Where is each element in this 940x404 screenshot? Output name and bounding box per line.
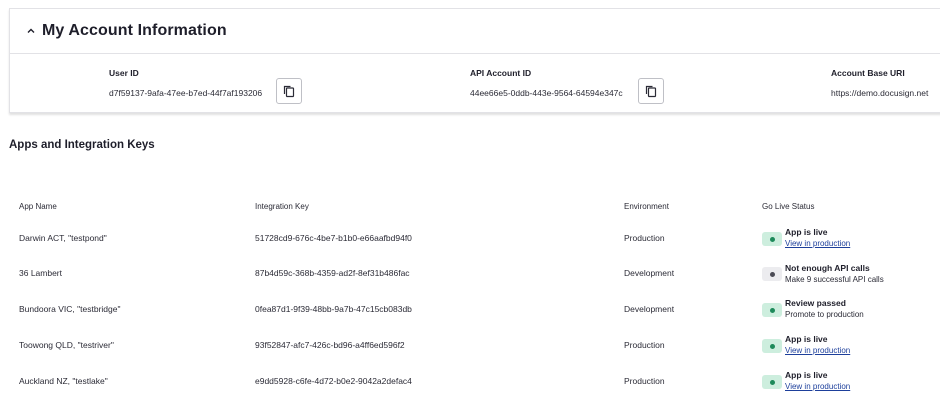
- integration-key: e9dd5928-c6fe-4d72-b0e2-9042a2defac4: [255, 376, 412, 386]
- app-name[interactable]: Darwin ACT, "testpond": [19, 233, 107, 243]
- api-account-id-value: 44ee66e5-0ddb-443e-9564-64594e347c: [470, 88, 623, 98]
- status-dot-icon: [769, 343, 775, 349]
- status-dot-icon: [769, 236, 775, 242]
- integration-key: 0fea87d1-9f39-48bb-9a7b-47c15cb083db: [255, 304, 412, 314]
- status-indicator: [762, 375, 782, 389]
- user-id-label: User ID: [109, 68, 139, 78]
- column-header-go-live-status: Go Live Status: [762, 202, 815, 211]
- account-info-title: My Account Information: [42, 22, 227, 39]
- status-detail: Promote to production: [785, 310, 864, 319]
- environment: Production: [624, 340, 665, 350]
- copy-icon: [645, 85, 657, 98]
- environment: Development: [624, 268, 675, 278]
- integration-key: 51728cd9-676c-4be7-b1b0-e66aafbd94f0: [255, 233, 412, 243]
- api-account-id-label: API Account ID: [470, 68, 532, 78]
- status-indicator: [762, 267, 782, 281]
- account-info-header[interactable]: My Account Information: [10, 9, 940, 54]
- status-title: App is live: [785, 334, 828, 344]
- account-base-uri-value: https://demo.docusign.net: [831, 88, 929, 98]
- user-id-value: d7f59137-9afa-47ee-b7ed-44f7af193206: [109, 88, 263, 98]
- status-indicator: [762, 339, 782, 353]
- column-header-app-name: App Name: [19, 202, 57, 211]
- app-name[interactable]: 36 Lambert: [19, 268, 62, 278]
- status-title: Review passed: [785, 298, 846, 308]
- status-detail: Make 9 successful API calls: [785, 275, 884, 284]
- copy-icon: [283, 85, 295, 98]
- copy-user-id-button[interactable]: [276, 78, 302, 104]
- view-in-production-link[interactable]: View in production: [785, 382, 850, 391]
- status-title: App is live: [785, 227, 828, 237]
- view-in-production-link[interactable]: View in production: [785, 239, 850, 248]
- column-header-environment: Environment: [624, 202, 669, 211]
- status-dot-icon: [769, 307, 775, 313]
- status-dot-icon: [769, 379, 775, 385]
- account-base-uri-label: Account Base URI: [831, 68, 905, 78]
- app-name[interactable]: Bundoora VIC, "testbridge": [19, 304, 120, 314]
- app-name[interactable]: Auckland NZ, "testlake": [19, 376, 108, 386]
- chevron-up-icon[interactable]: [25, 25, 37, 37]
- environment: Production: [624, 233, 665, 243]
- environment: Development: [624, 304, 675, 314]
- integration-key: 87b4d59c-368b-4359-ad2f-8ef31b486fac: [255, 268, 410, 278]
- app-name[interactable]: Toowong QLD, "testriver": [19, 340, 114, 350]
- copy-api-account-id-button[interactable]: [638, 78, 664, 104]
- apps-section-title: Apps and Integration Keys: [9, 139, 155, 151]
- integration-key: 93f52847-afc7-426c-bd96-a4ff6ed596f2: [255, 340, 405, 350]
- view-in-production-link[interactable]: View in production: [785, 346, 850, 355]
- status-title: Not enough API calls: [785, 263, 870, 273]
- environment: Production: [624, 376, 665, 386]
- status-dot-icon: [769, 271, 775, 277]
- status-title: App is live: [785, 370, 828, 380]
- column-header-integration-key: Integration Key: [255, 202, 309, 211]
- status-indicator: [762, 303, 782, 317]
- status-indicator: [762, 232, 782, 246]
